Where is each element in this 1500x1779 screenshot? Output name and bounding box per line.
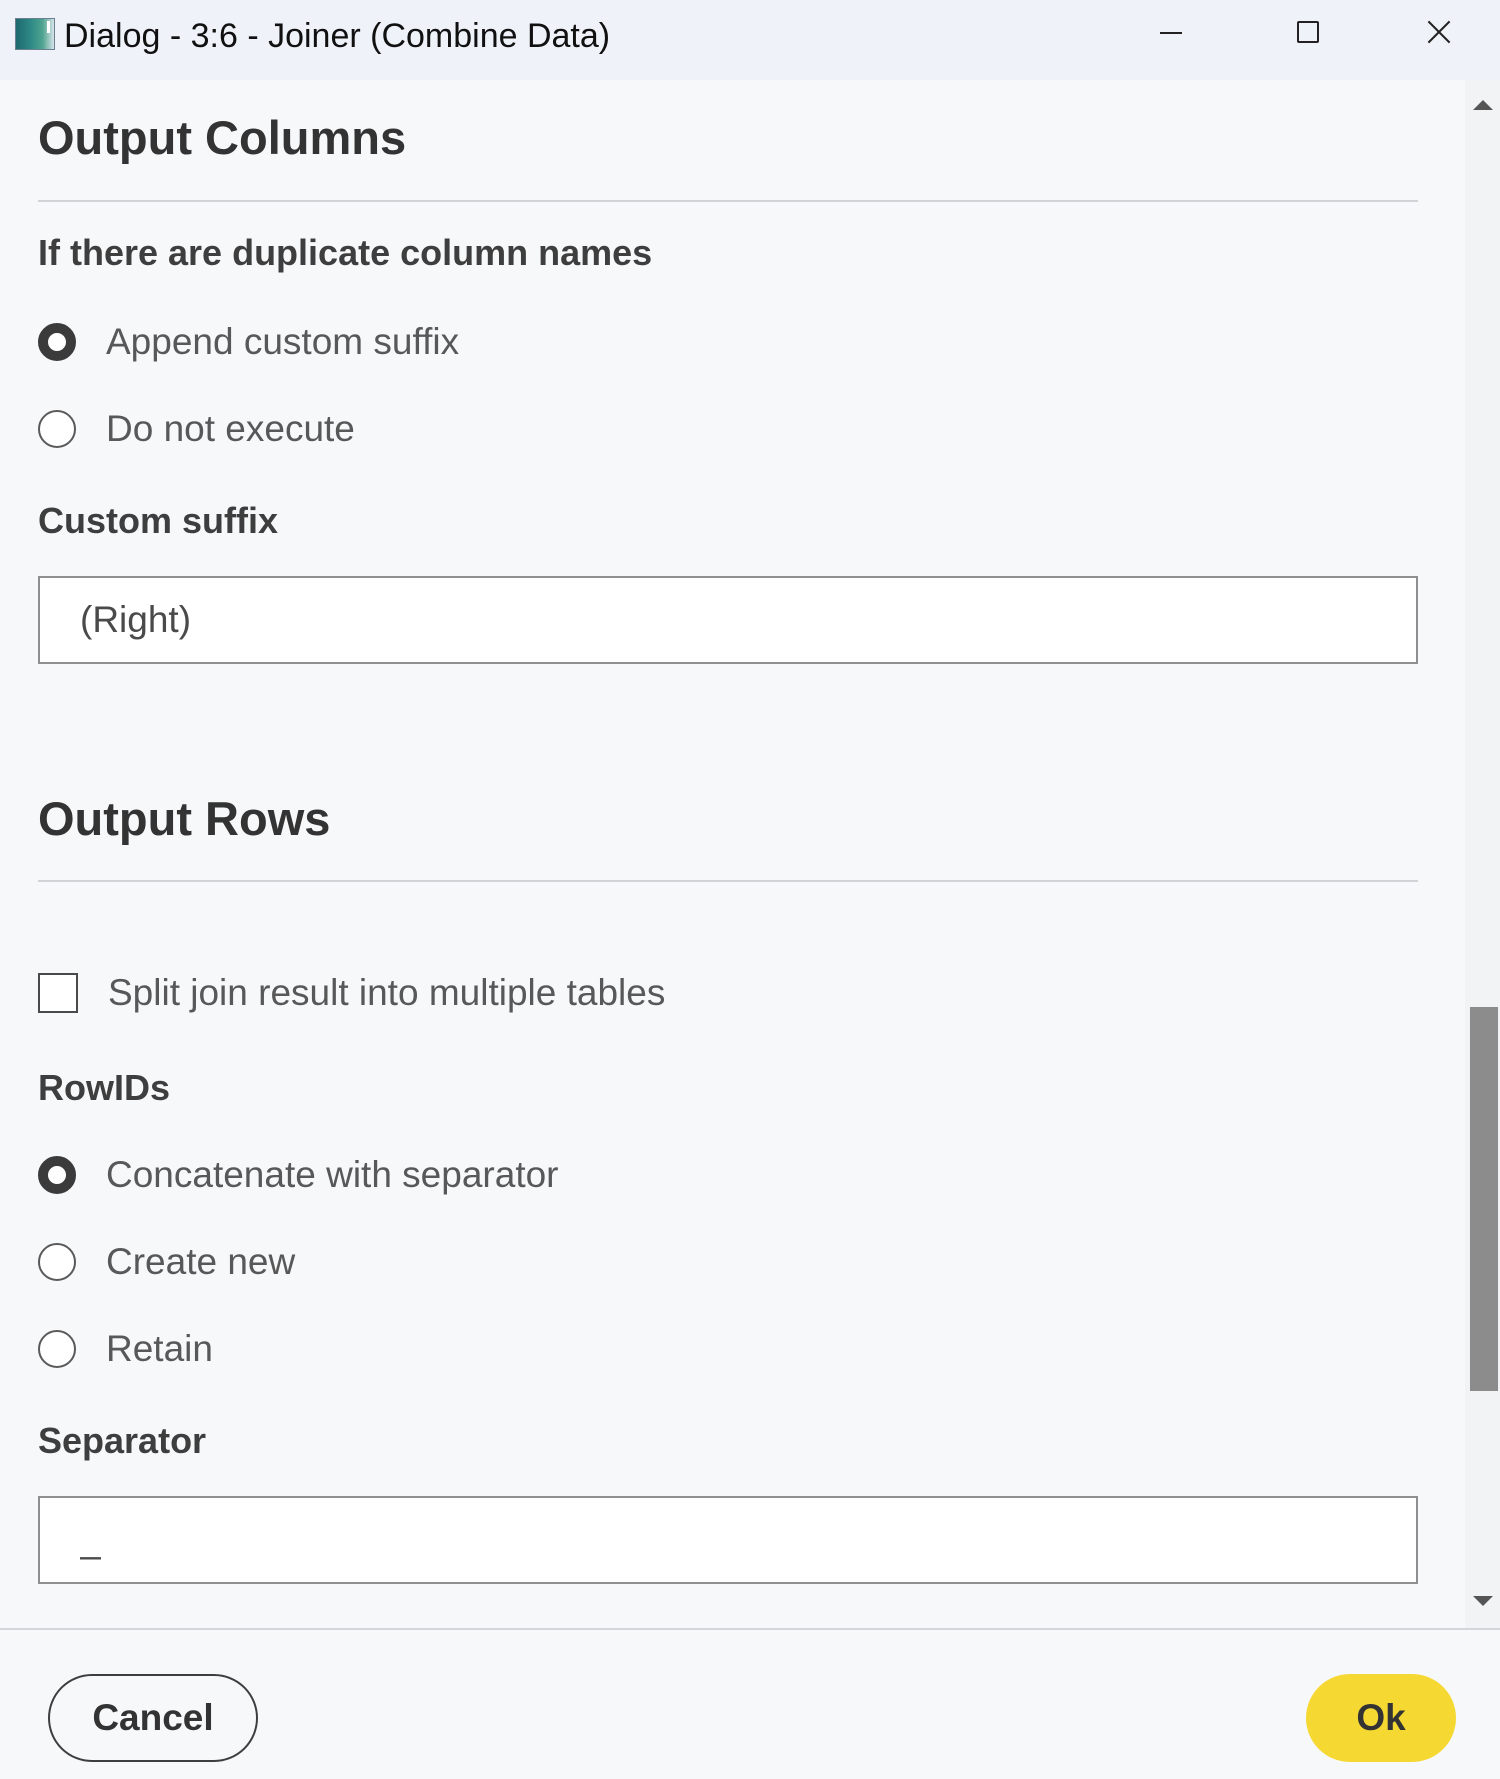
ok-button[interactable]: Ok: [1306, 1674, 1456, 1762]
scroll-up-icon[interactable]: [1473, 100, 1493, 110]
maximize-button[interactable]: [1240, 0, 1376, 64]
vertical-scrollbar[interactable]: [1465, 80, 1500, 1628]
option-label: Concatenate with separator: [106, 1154, 559, 1195]
radio-create-new[interactable]: Create new: [38, 1240, 295, 1284]
split-tables-checkbox-row[interactable]: Split join result into multiple tables: [38, 971, 665, 1015]
custom-suffix-input[interactable]: [38, 576, 1418, 664]
settings-panel: Output Columns If there are duplicate co…: [0, 80, 1465, 1628]
radio-concatenate-with-separator[interactable]: Concatenate with separator: [38, 1153, 559, 1197]
title-bar[interactable]: Dialog - 3:6 - Joiner (Combine Data): [0, 0, 1500, 80]
maximize-icon: [1297, 21, 1319, 43]
close-button[interactable]: [1377, 0, 1500, 64]
section-divider: [38, 200, 1418, 202]
cancel-button[interactable]: Cancel: [48, 1674, 258, 1762]
separator-input[interactable]: [38, 1496, 1418, 1584]
radio-checked-icon[interactable]: [38, 323, 76, 361]
option-label: Append custom suffix: [106, 321, 460, 362]
duplicate-columns-label: If there are duplicate column names: [38, 232, 653, 273]
custom-suffix-label: Custom suffix: [38, 500, 279, 541]
minimize-icon: [1160, 32, 1182, 34]
radio-unchecked-icon[interactable]: [38, 410, 76, 448]
option-label: Split join result into multiple tables: [108, 972, 666, 1013]
radio-checked-icon[interactable]: [38, 1156, 76, 1194]
rowids-label: RowIDs: [38, 1067, 171, 1108]
window-title: Dialog - 3:6 - Joiner (Combine Data): [64, 17, 611, 55]
app-icon: [15, 18, 55, 50]
radio-retain[interactable]: Retain: [38, 1327, 213, 1371]
option-label: Do not execute: [106, 408, 355, 449]
radio-unchecked-icon[interactable]: [38, 1243, 76, 1281]
output-columns-title: Output Columns: [38, 111, 407, 164]
radio-unchecked-icon[interactable]: [38, 1330, 76, 1368]
radio-do-not-execute[interactable]: Do not execute: [38, 407, 355, 451]
separator-label: Separator: [38, 1420, 207, 1461]
dialog-footer: Cancel Ok: [0, 1628, 1500, 1779]
close-icon: [1427, 20, 1451, 44]
radio-append-custom-suffix[interactable]: Append custom suffix: [38, 320, 459, 364]
scrollbar-thumb[interactable]: [1470, 1007, 1498, 1391]
option-label: Retain: [106, 1328, 213, 1369]
section-divider: [38, 880, 1418, 882]
minimize-button[interactable]: [1103, 0, 1239, 64]
output-rows-title: Output Rows: [38, 792, 331, 845]
checkbox-unchecked-icon[interactable]: [38, 973, 78, 1013]
dialog-window: Dialog - 3:6 - Joiner (Combine Data) Out…: [0, 0, 1500, 1779]
scroll-down-icon[interactable]: [1473, 1596, 1493, 1606]
option-label: Create new: [106, 1241, 296, 1282]
